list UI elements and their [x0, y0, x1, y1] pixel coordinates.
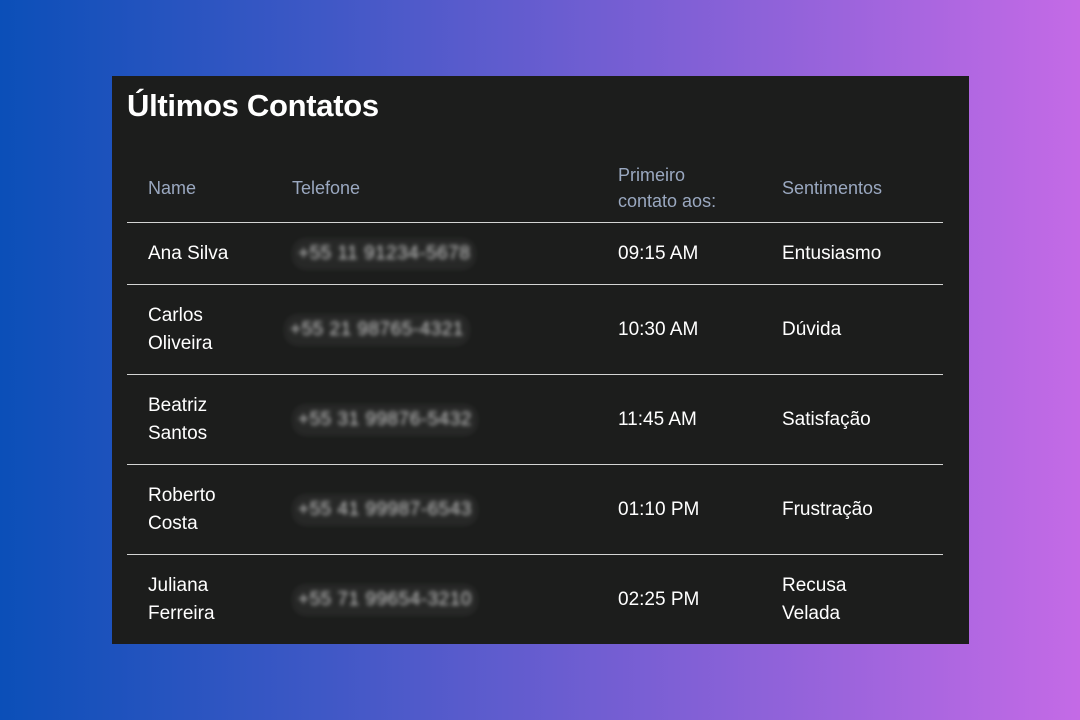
table-header-row: Name Telefone Primeiro contato aos: Sent…: [127, 162, 943, 223]
contact-name: Beatriz Santos: [127, 374, 292, 465]
contact-name-text: Beatriz Santos: [148, 394, 208, 444]
contact-name: Roberto Costa: [127, 464, 292, 555]
contact-phone: +55 31 99876-5432: [292, 374, 618, 465]
contact-sentiment: Dúvida: [782, 284, 943, 375]
contact-name-text: Roberto Costa: [148, 484, 216, 534]
contact-first-time: 09:15 AM: [618, 222, 782, 285]
contact-name-text: Juliana Ferreira: [148, 574, 215, 624]
contact-sentiment: Frustração: [782, 464, 943, 555]
contact-phone-blurred: +55 71 99654-3210: [292, 583, 478, 616]
table-row[interactable]: Carlos Oliveira +55 21 98765-4321 10:30 …: [127, 284, 943, 375]
contact-name: Juliana Ferreira: [127, 555, 292, 645]
table-row[interactable]: Roberto Costa +55 41 99987-6543 01:10 PM…: [127, 464, 943, 555]
contact-phone-blurred: +55 11 91234-5678: [292, 237, 477, 270]
contact-phone-blurred: +55 41 99987-6543: [292, 493, 478, 526]
recent-contacts-panel: Últimos Contatos Name Telefone Primeiro …: [112, 76, 969, 644]
contacts-table: Name Telefone Primeiro contato aos: Sent…: [127, 162, 943, 644]
contact-sentiment: Satisfação: [782, 374, 943, 465]
contact-first-time: 11:45 AM: [618, 374, 782, 465]
contact-first-time: 01:10 PM: [618, 464, 782, 555]
contact-phone-blurred: +55 21 98765-4321: [284, 313, 470, 346]
column-header-first-contact-label: Primeiro contato aos:: [618, 165, 717, 211]
contact-name-text: Carlos Oliveira: [148, 304, 213, 354]
contact-phone: +55 71 99654-3210: [292, 555, 618, 645]
column-header-phone[interactable]: Telefone: [292, 162, 618, 223]
contact-phone: +55 11 91234-5678: [292, 222, 618, 285]
contact-name: Ana Silva: [127, 222, 292, 285]
column-header-first-contact[interactable]: Primeiro contato aos:: [618, 162, 782, 223]
contact-name: Carlos Oliveira: [127, 284, 292, 375]
table-row[interactable]: Beatriz Santos +55 31 99876-5432 11:45 A…: [127, 374, 943, 465]
column-header-sentiment[interactable]: Sentimentos: [782, 162, 943, 223]
table-row[interactable]: Juliana Ferreira +55 71 99654-3210 02:25…: [127, 555, 943, 645]
contact-phone: +55 41 99987-6543: [292, 464, 618, 555]
contact-sentiment: Entusiasmo: [782, 222, 943, 285]
contact-phone: +55 21 98765-4321: [284, 284, 618, 375]
contact-first-time: 02:25 PM: [618, 588, 700, 610]
table-row[interactable]: Ana Silva +55 11 91234-5678 09:15 AM Ent…: [127, 222, 943, 285]
contact-phone-blurred: +55 31 99876-5432: [292, 403, 478, 436]
contact-sentiment-text: Recusa Velada: [782, 574, 847, 624]
contact-sentiment: Recusa Velada: [782, 555, 943, 645]
column-header-name[interactable]: Name: [127, 162, 292, 223]
contact-first-time: 10:30 AM: [618, 284, 782, 375]
page-title: Últimos Contatos: [127, 88, 379, 123]
